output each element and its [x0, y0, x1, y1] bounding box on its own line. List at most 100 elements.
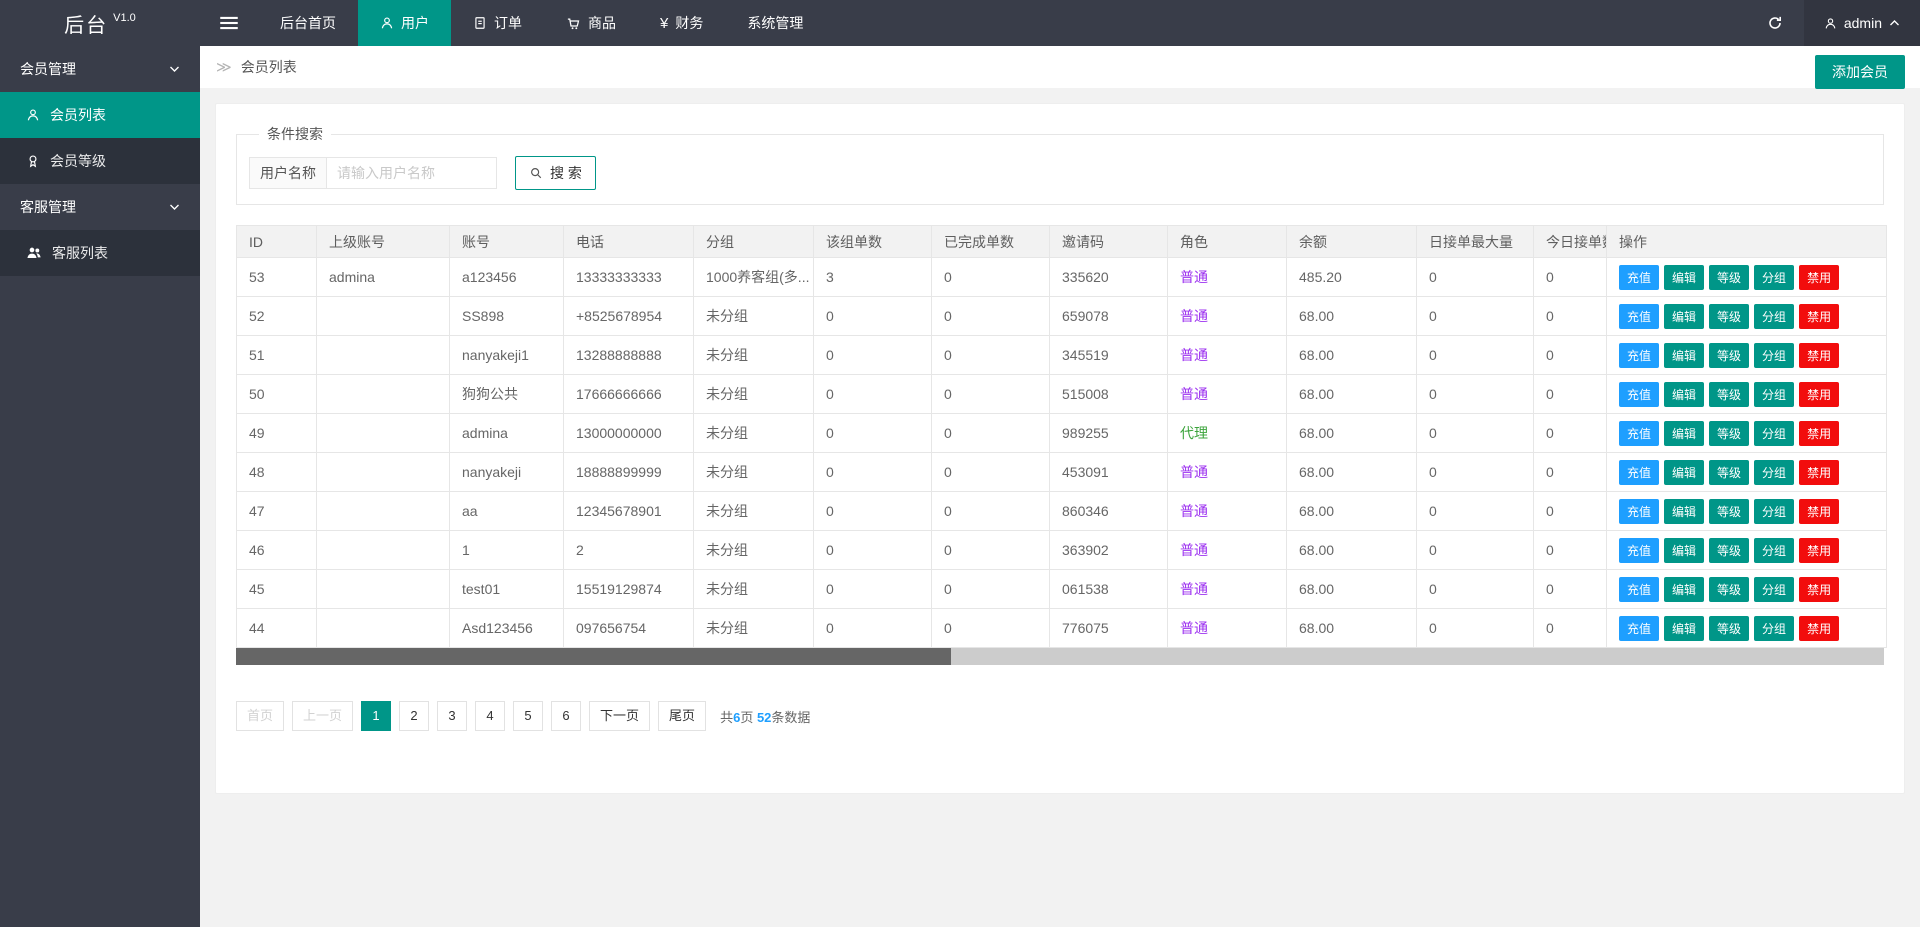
- table-row: 45test0115519129874未分组00061538普通68.0000充…: [237, 570, 1887, 609]
- recharge-button[interactable]: 充值: [1619, 304, 1659, 329]
- page-button-4[interactable]: 4: [475, 701, 505, 731]
- recharge-button[interactable]: 充值: [1619, 616, 1659, 641]
- disable-button[interactable]: 禁用: [1799, 616, 1839, 641]
- level-button[interactable]: 等级: [1709, 460, 1749, 485]
- disable-button[interactable]: 禁用: [1799, 421, 1839, 446]
- edit-button[interactable]: 编辑: [1664, 616, 1704, 641]
- group-button[interactable]: 分组: [1754, 265, 1794, 290]
- sidebar-item-member-list[interactable]: 会员列表: [0, 92, 200, 138]
- hamburger-icon: [220, 16, 238, 30]
- nav-item-orders[interactable]: 订单: [451, 0, 544, 46]
- recharge-button[interactable]: 充值: [1619, 343, 1659, 368]
- cell-group_orders: 0: [814, 414, 932, 453]
- cell-invite: 363902: [1050, 531, 1168, 570]
- disable-button[interactable]: 禁用: [1799, 343, 1839, 368]
- disable-button[interactable]: 禁用: [1799, 265, 1839, 290]
- disable-button[interactable]: 禁用: [1799, 304, 1839, 329]
- level-button[interactable]: 等级: [1709, 343, 1749, 368]
- first-page-button[interactable]: 首页: [236, 701, 284, 731]
- group-button[interactable]: 分组: [1754, 538, 1794, 563]
- level-button[interactable]: 等级: [1709, 577, 1749, 602]
- sidebar-item-service-list[interactable]: 客服列表: [0, 230, 200, 276]
- table-row: 53adminaa123456133333333331000养客组(多...30…: [237, 258, 1887, 297]
- disable-button[interactable]: 禁用: [1799, 499, 1839, 524]
- horizontal-scrollbar-thumb[interactable]: [236, 648, 951, 665]
- nav-item-label: 财务: [675, 13, 703, 33]
- edit-button[interactable]: 编辑: [1664, 499, 1704, 524]
- nav-item-users[interactable]: 用户: [358, 0, 451, 46]
- username-input[interactable]: [327, 157, 497, 189]
- next-page-button[interactable]: 下一页: [589, 701, 650, 731]
- group-button[interactable]: 分组: [1754, 382, 1794, 407]
- group-button[interactable]: 分组: [1754, 304, 1794, 329]
- cell-today: 0: [1534, 453, 1607, 492]
- disable-button[interactable]: 禁用: [1799, 577, 1839, 602]
- recharge-button[interactable]: 充值: [1619, 577, 1659, 602]
- group-button[interactable]: 分组: [1754, 421, 1794, 446]
- page-button-6[interactable]: 6: [551, 701, 581, 731]
- edit-button[interactable]: 编辑: [1664, 304, 1704, 329]
- disable-button[interactable]: 禁用: [1799, 460, 1839, 485]
- edit-button[interactable]: 编辑: [1664, 577, 1704, 602]
- group-button[interactable]: 分组: [1754, 343, 1794, 368]
- level-button[interactable]: 等级: [1709, 382, 1749, 407]
- edit-button[interactable]: 编辑: [1664, 343, 1704, 368]
- recharge-button[interactable]: 充值: [1619, 265, 1659, 290]
- user-menu[interactable]: admin: [1804, 0, 1920, 46]
- column-header-11: 今日接单数: [1534, 226, 1607, 258]
- edit-button[interactable]: 编辑: [1664, 421, 1704, 446]
- level-button[interactable]: 等级: [1709, 538, 1749, 563]
- level-button[interactable]: 等级: [1709, 265, 1749, 290]
- group-button[interactable]: 分组: [1754, 616, 1794, 641]
- table-row: 48nanyakeji18888899999未分组00453091普通68.00…: [237, 453, 1887, 492]
- recharge-button[interactable]: 充值: [1619, 382, 1659, 407]
- cell-daily_max: 0: [1417, 414, 1534, 453]
- last-page-button[interactable]: 尾页: [658, 701, 706, 731]
- level-button[interactable]: 等级: [1709, 499, 1749, 524]
- recharge-button[interactable]: 充值: [1619, 421, 1659, 446]
- group-button[interactable]: 分组: [1754, 577, 1794, 602]
- members-table: ID上级账号账号电话分组该组单数已完成单数邀请码角色余额日接单最大量今日接单数操…: [236, 225, 1887, 648]
- sidebar-item-member-level[interactable]: 会员等级: [0, 138, 200, 184]
- sidebar-group-service-management[interactable]: 客服管理: [0, 184, 200, 230]
- disable-button[interactable]: 禁用: [1799, 538, 1839, 563]
- chevron-up-icon: [1889, 19, 1900, 27]
- page-button-1[interactable]: 1: [361, 701, 391, 731]
- page-button-2[interactable]: 2: [399, 701, 429, 731]
- cell-daily_max: 0: [1417, 258, 1534, 297]
- horizontal-scrollbar-track[interactable]: [236, 648, 1884, 665]
- username-label: 用户名称: [249, 157, 327, 189]
- cell-completed: 0: [932, 297, 1050, 336]
- page-button-5[interactable]: 5: [513, 701, 543, 731]
- cell-today: 0: [1534, 297, 1607, 336]
- cell-phone: 13333333333: [564, 258, 694, 297]
- nav-item-finance[interactable]: ¥ 财务: [638, 0, 725, 46]
- recharge-button[interactable]: 充值: [1619, 538, 1659, 563]
- nav-item-goods[interactable]: 商品: [544, 0, 638, 46]
- edit-button[interactable]: 编辑: [1664, 265, 1704, 290]
- level-button[interactable]: 等级: [1709, 304, 1749, 329]
- prev-page-button[interactable]: 上一页: [292, 701, 353, 731]
- edit-button[interactable]: 编辑: [1664, 460, 1704, 485]
- cell-completed: 0: [932, 531, 1050, 570]
- nav-item-system[interactable]: 系统管理: [725, 0, 825, 46]
- cell-phone: 097656754: [564, 609, 694, 648]
- add-member-button[interactable]: 添加会员: [1815, 55, 1905, 89]
- search-button[interactable]: 搜 索: [515, 156, 596, 190]
- edit-button[interactable]: 编辑: [1664, 538, 1704, 563]
- chevron-down-icon: [169, 65, 180, 73]
- recharge-button[interactable]: 充值: [1619, 499, 1659, 524]
- page-button-3[interactable]: 3: [437, 701, 467, 731]
- nav-item-home[interactable]: 后台首页: [258, 0, 358, 46]
- disable-button[interactable]: 禁用: [1799, 382, 1839, 407]
- cell-actions: 充值编辑等级分组禁用: [1607, 609, 1887, 648]
- edit-button[interactable]: 编辑: [1664, 382, 1704, 407]
- group-button[interactable]: 分组: [1754, 460, 1794, 485]
- level-button[interactable]: 等级: [1709, 421, 1749, 446]
- sidebar-toggle-button[interactable]: [200, 0, 258, 46]
- recharge-button[interactable]: 充值: [1619, 460, 1659, 485]
- refresh-button[interactable]: [1746, 0, 1804, 46]
- group-button[interactable]: 分组: [1754, 499, 1794, 524]
- sidebar-group-member-management[interactable]: 会员管理: [0, 46, 200, 92]
- level-button[interactable]: 等级: [1709, 616, 1749, 641]
